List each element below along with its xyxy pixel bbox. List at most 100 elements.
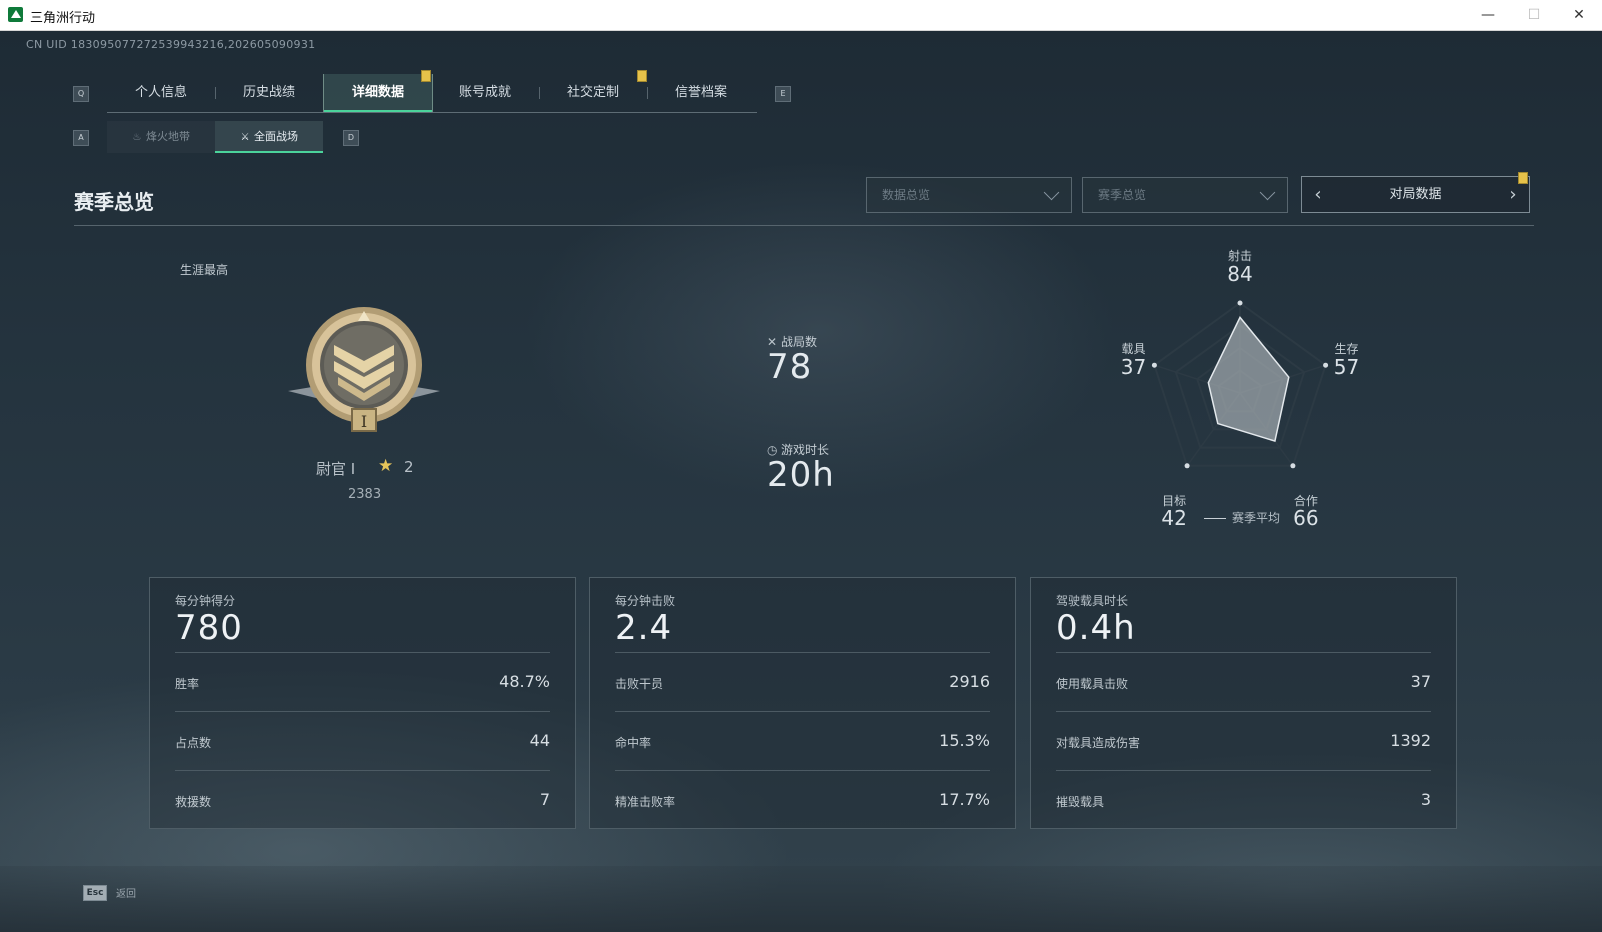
card-head-label: 驾驶载具时长 bbox=[1056, 594, 1129, 608]
tab-label: 历史战绩 bbox=[242, 85, 295, 100]
chevron-down-icon bbox=[1259, 184, 1276, 201]
stat-row: 占点数 44 bbox=[175, 711, 550, 770]
stat-value: 44 bbox=[529, 731, 550, 750]
stat-label: 击败干员 bbox=[615, 677, 664, 691]
radar-axis-value: 57 bbox=[1333, 355, 1360, 380]
card-head-label: 每分钟得分 bbox=[175, 594, 236, 608]
back-button[interactable]: 返回 bbox=[116, 885, 136, 900]
section-title: 赛季总览 bbox=[74, 190, 154, 214]
radar-axis-dot bbox=[1237, 300, 1243, 306]
stat-label: 救援数 bbox=[175, 795, 212, 809]
stat-label: 命中率 bbox=[615, 736, 652, 750]
stat-label: 占点数 bbox=[175, 736, 212, 750]
tab-label: 个人信息 bbox=[134, 85, 187, 100]
card-head-label: 每分钟击败 bbox=[615, 594, 676, 608]
stat-value: 48.7% bbox=[499, 672, 550, 691]
stat-value: 2916 bbox=[949, 672, 990, 691]
dropdown-value: 数据总览 bbox=[882, 188, 931, 202]
subtab-extraction[interactable]: ♨ 烽火地带 bbox=[107, 121, 215, 153]
section-divider bbox=[74, 225, 1534, 226]
crossed-swords-icon: ⚔ bbox=[240, 132, 250, 143]
stat-value: 3 bbox=[1420, 790, 1431, 809]
tab-history[interactable]: 历史战绩 bbox=[215, 74, 323, 112]
close-button[interactable]: ✕ bbox=[1556, 0, 1602, 30]
stat-row: 击败干员 2916 bbox=[615, 652, 990, 711]
maximize-button[interactable]: ☐ bbox=[1511, 0, 1557, 30]
tab-label: 详细数据 bbox=[351, 85, 404, 100]
tab-label: 信誉档案 bbox=[674, 85, 727, 100]
esc-key-hint[interactable]: Esc bbox=[83, 885, 107, 901]
stat-label: 胜率 bbox=[175, 677, 200, 691]
data-overview-dropdown[interactable]: 数据总览 bbox=[866, 177, 1072, 213]
footer-bar: Esc 返回 bbox=[0, 866, 1602, 932]
matches-value: 78 bbox=[767, 347, 813, 387]
next-subtab-key-hint[interactable]: D bbox=[343, 130, 359, 146]
card-head-value: 780 bbox=[175, 608, 243, 648]
radar-axis-dot bbox=[1184, 463, 1190, 469]
tab-label: 社交定制 bbox=[566, 85, 619, 100]
flame-icon: ♨ bbox=[132, 132, 142, 143]
rank-name: 尉官 Ⅰ bbox=[316, 460, 356, 478]
notification-badge bbox=[421, 70, 431, 82]
radar-legend: 赛季平均 bbox=[1204, 509, 1280, 526]
card-head-value: 2.4 bbox=[615, 608, 673, 648]
mode-subtabs: ♨ 烽火地带 ⚔ 全面战场 bbox=[107, 121, 323, 153]
stat-row: 对载具造成伤害 1392 bbox=[1056, 711, 1431, 770]
stat-value: 17.7% bbox=[939, 790, 990, 809]
tab-label: 账号成就 bbox=[458, 85, 511, 100]
stat-row: 命中率 15.3% bbox=[615, 711, 990, 770]
career-best-label: 生涯最高 bbox=[180, 263, 229, 277]
tab-personal-info[interactable]: 个人信息 bbox=[107, 74, 216, 112]
stat-row: 救援数 7 bbox=[175, 770, 550, 829]
radar-axis-value: 37 bbox=[1120, 355, 1147, 380]
radar-axis-value: 66 bbox=[1293, 505, 1319, 530]
radar-axis-value: 84 bbox=[1227, 262, 1253, 286]
score-card: 每分钟得分 780 胜率 48.7% 占点数 44 救援数 7 bbox=[149, 577, 576, 829]
prev-tab-key-hint[interactable]: Q bbox=[73, 86, 89, 102]
player-uid: CN UID 1830950772725399432​16,2026050909… bbox=[26, 38, 316, 51]
vehicle-card: 驾驶载具时长 0.4h 使用载具击败 37 对载具造成伤害 1392 摧毁载具 3 bbox=[1030, 577, 1457, 829]
stat-label: 使用载具击败 bbox=[1056, 677, 1129, 691]
subtab-warfare[interactable]: ⚔ 全面战场 bbox=[215, 121, 323, 153]
card-head-value: 0.4h bbox=[1056, 608, 1136, 648]
stat-value: 7 bbox=[539, 790, 550, 809]
app-logo-icon bbox=[8, 7, 23, 22]
game-screen: CN UID 1830950772725399432​16,2026050909… bbox=[0, 31, 1602, 932]
notification-badge bbox=[637, 70, 647, 82]
stat-value: 15.3% bbox=[939, 731, 990, 750]
radar-player-area bbox=[1207, 316, 1290, 443]
radar-axis-value: 42 bbox=[1161, 505, 1187, 530]
kill-card: 每分钟击败 2.4 击败干员 2916 命中率 15.3% 精准击败率 17.7% bbox=[589, 577, 1016, 829]
stat-row: 胜率 48.7% bbox=[175, 652, 550, 711]
stat-row: 精准击败率 17.7% bbox=[615, 770, 990, 829]
season-overview-dropdown[interactable]: 赛季总览 bbox=[1082, 177, 1288, 213]
tab-credit-record[interactable]: 信誉档案 bbox=[647, 74, 755, 112]
legend-line bbox=[1204, 518, 1226, 519]
main-tabs: 个人信息 历史战绩 详细数据 账号成就 社交定制 信誉档案 bbox=[107, 74, 757, 113]
tab-achievements[interactable]: 账号成就 bbox=[431, 74, 540, 112]
match-data-pager: ‹ 对局数据 › bbox=[1301, 176, 1530, 213]
stat-row: 摧毁载具 3 bbox=[1056, 770, 1431, 829]
radar-axis-dot bbox=[1290, 463, 1296, 469]
svg-text:I: I bbox=[361, 412, 367, 431]
minimize-button[interactable]: — bbox=[1465, 0, 1511, 30]
stat-label: 精准击败率 bbox=[615, 795, 676, 809]
stat-row: 使用载具击败 37 bbox=[1056, 652, 1431, 711]
notification-badge bbox=[1518, 172, 1528, 184]
star-icon: ★ bbox=[378, 456, 394, 476]
stat-label: 摧毁载具 bbox=[1056, 795, 1105, 809]
tab-detailed-data[interactable]: 详细数据 bbox=[323, 74, 433, 112]
rank-points: 2383 bbox=[348, 487, 382, 502]
next-tab-key-hint[interactable]: E bbox=[775, 86, 791, 102]
window-titlebar: 三角洲行动 — ☐ ✕ bbox=[0, 0, 1602, 31]
rank-emblem-icon: I bbox=[288, 307, 440, 432]
chevron-down-icon bbox=[1043, 184, 1060, 201]
rank-star-count: 2 bbox=[404, 458, 414, 476]
playtime-value: 20h bbox=[767, 455, 835, 495]
stat-value: 37 bbox=[1410, 672, 1431, 691]
tab-social[interactable]: 社交定制 bbox=[539, 74, 648, 112]
pager-label: 对局数据 bbox=[1389, 187, 1442, 202]
subtab-label: 全面战场 bbox=[254, 130, 298, 143]
ability-radar-chart bbox=[1151, 300, 1329, 469]
prev-subtab-key-hint[interactable]: A bbox=[73, 130, 89, 146]
